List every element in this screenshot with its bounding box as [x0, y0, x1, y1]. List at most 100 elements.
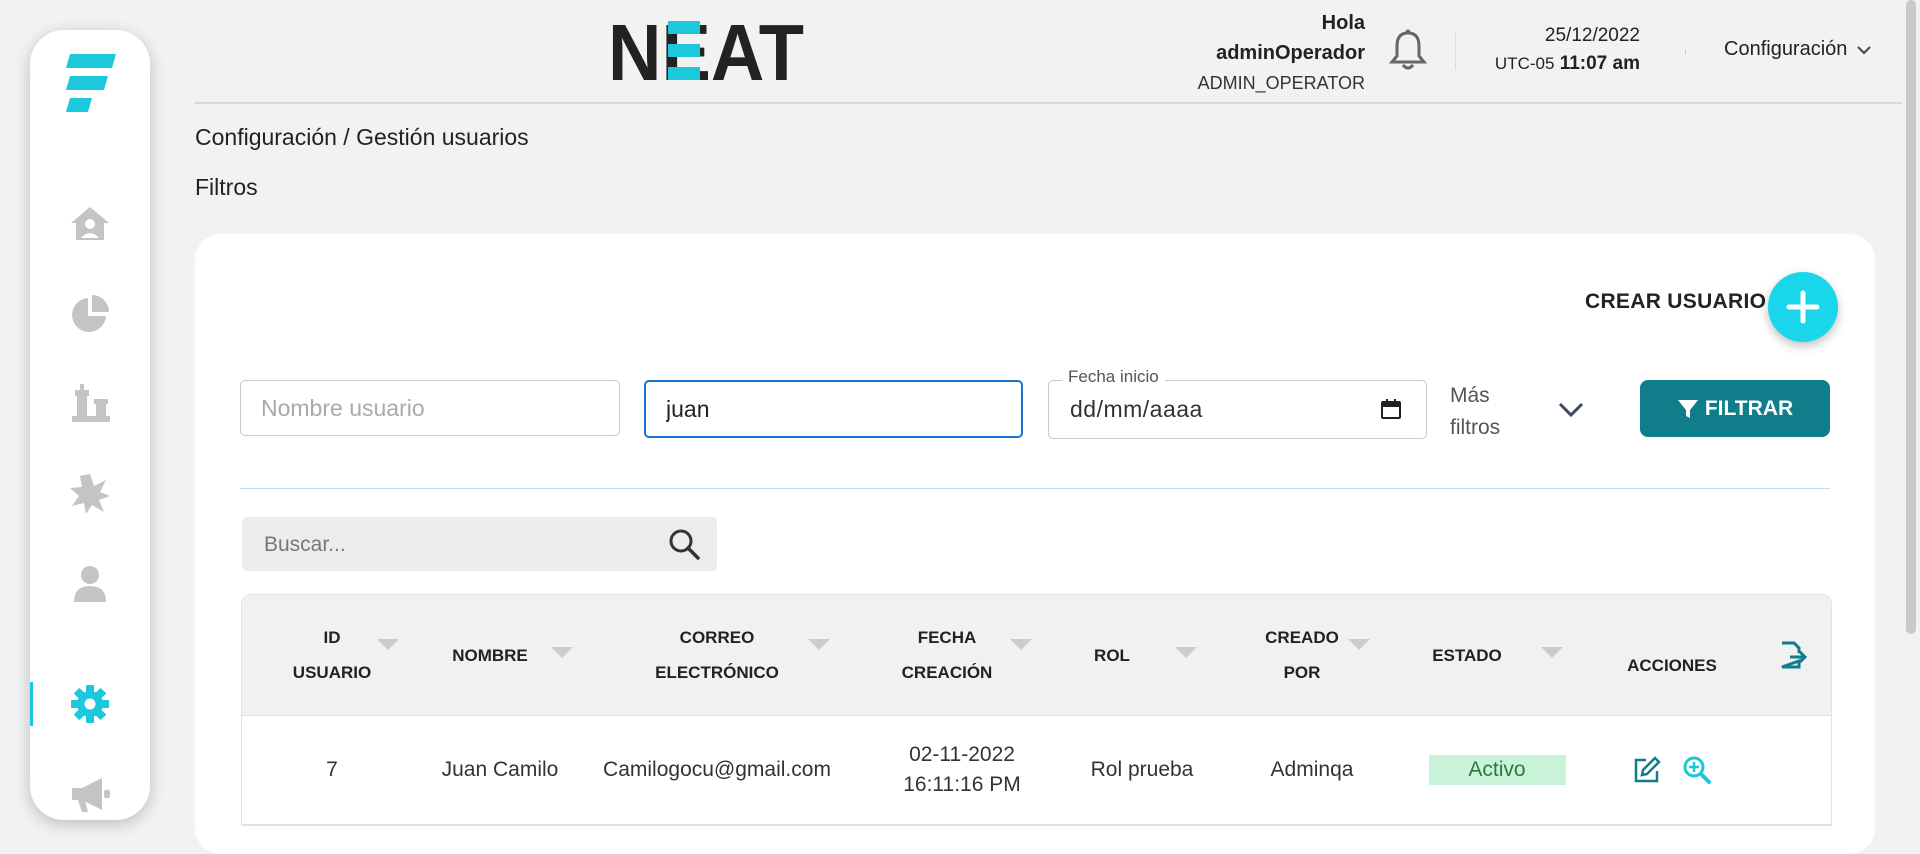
col-header-date-line2: CREACIÓN	[901, 663, 993, 682]
username-text: adminOperador	[1216, 42, 1365, 64]
header-separator	[195, 102, 1905, 104]
col-header-date[interactable]: FECHA CREACIÓN	[872, 595, 1022, 715]
cell-id: 7	[326, 758, 338, 781]
home-user-icon	[71, 207, 109, 240]
col-header-email[interactable]: CORREO ELECTRÓNICO	[617, 595, 817, 715]
col-header-created-line2: POR	[1283, 663, 1321, 682]
bell-icon[interactable]	[1386, 28, 1430, 72]
active-indicator	[30, 682, 33, 726]
user-role-text: ADMIN_OPERATOR	[1197, 73, 1365, 93]
scrollbar[interactable]	[1902, 0, 1920, 834]
breadcrumb: Configuración / Gestión usuarios	[195, 124, 529, 150]
funnel-icon	[1677, 399, 1698, 418]
config-menu-label: Configuración	[1724, 38, 1848, 60]
col-header-id-line1: ID	[323, 628, 341, 647]
users-table: ID USUARIO NOMBRE CORREO ELECTRÓNICO FECHA…	[241, 594, 1832, 826]
cell-status: Activo	[1407, 716, 1587, 824]
sort-icon[interactable]	[551, 647, 573, 658]
sidebar-item-strategy[interactable]	[60, 374, 120, 434]
sidebar-item-settings[interactable]	[60, 674, 120, 734]
more-filters-label-1: Más	[1450, 384, 1490, 407]
sort-icon[interactable]	[1010, 639, 1032, 650]
header-divider	[1455, 32, 1456, 70]
cell-date-day: 02-11-2022	[909, 743, 1015, 766]
col-header-status-line1: ESTADO	[1432, 645, 1502, 665]
sidebar-item-users[interactable]	[60, 554, 120, 614]
header-divider-small	[1685, 50, 1686, 55]
filter-button[interactable]: FILTRAR	[1640, 380, 1830, 437]
sidebar-item-home[interactable]	[60, 194, 120, 254]
sort-icon[interactable]	[1541, 647, 1563, 658]
edit-icon[interactable]	[1632, 755, 1662, 785]
start-date-value[interactable]: dd/mm/aaaa	[1070, 396, 1203, 423]
burst-icon	[70, 474, 110, 514]
greeting-text: Hola	[1321, 12, 1365, 34]
timezone-text: UTC-05	[1494, 54, 1555, 73]
sort-icon[interactable]	[808, 639, 830, 650]
app-logo-icon[interactable]	[64, 50, 118, 120]
col-header-name-line1: NOMBRE	[452, 645, 528, 665]
current-date: 25/12/2022	[1544, 25, 1640, 46]
sort-icon[interactable]	[1175, 647, 1197, 658]
col-header-name[interactable]: NOMBRE	[430, 595, 550, 715]
sidebar-item-incidents[interactable]	[60, 464, 120, 524]
date-time-display: 25/12/2022 UTC-05 11:07 am	[1495, 22, 1640, 78]
user-icon	[74, 566, 106, 602]
cell-actions	[1602, 716, 1742, 824]
status-badge: Activo	[1428, 755, 1566, 785]
cell-created-by: Adminqa	[1270, 758, 1354, 781]
col-header-id-line2: USUARIO	[292, 663, 372, 682]
sidebar	[30, 30, 150, 820]
start-date-label: Fecha inicio	[1062, 367, 1165, 387]
col-header-created-line1: CREADO	[1265, 628, 1339, 647]
cell-name: Juan Camilo	[441, 758, 559, 781]
chevron-down-icon	[1857, 45, 1872, 54]
table-header: ID USUARIO NOMBRE CORREO ELECTRÓNICO FECHA…	[242, 595, 1831, 716]
brand-logo[interactable]: NEAT	[608, 18, 808, 84]
sort-icon[interactable]	[1348, 639, 1370, 650]
sidebar-item-reports[interactable]	[60, 284, 120, 344]
col-header-email-line2: ELECTRÓNICO	[655, 663, 779, 682]
col-header-status[interactable]: ESTADO	[1407, 595, 1527, 715]
cell-email: Camilogocu@gmail.com	[603, 758, 831, 781]
col-header-actions-line1: ACCIONES	[1627, 655, 1717, 675]
table-row[interactable]: 7 Juan Camilo Camilogocu@gmail.com 02-11…	[242, 716, 1831, 825]
cell-date: 02-11-2022 16:11:16 PM	[882, 716, 1042, 824]
plus-icon	[1786, 290, 1820, 324]
brand-text: NEAT	[608, 18, 804, 84]
create-user-button[interactable]	[1768, 272, 1838, 342]
chess-icon	[72, 384, 110, 422]
gear-icon	[71, 685, 109, 723]
megaphone-icon	[72, 778, 110, 812]
filters-title: Filtros	[195, 174, 258, 200]
sidebar-item-campaigns[interactable]	[60, 764, 120, 824]
zoom-in-icon[interactable]	[1682, 755, 1712, 785]
col-header-role[interactable]: ROL	[1062, 595, 1162, 715]
search-placeholder: Buscar...	[264, 533, 346, 556]
col-header-email-line1: CORREO	[679, 628, 755, 647]
sort-icon[interactable]	[377, 639, 399, 650]
current-time-row: UTC-05 11:07 am	[1495, 50, 1640, 78]
col-header-actions: ACCIONES	[1602, 605, 1742, 725]
chevron-down-icon[interactable]	[1556, 394, 1586, 424]
more-filters-label-2: filtros	[1450, 416, 1501, 439]
username-filter-input[interactable]	[240, 380, 620, 436]
cell-date-time: 16:11:16 PM	[903, 773, 1021, 796]
col-header-id[interactable]: ID USUARIO	[284, 595, 380, 715]
scrollbar-thumb[interactable]	[1906, 0, 1916, 634]
filter-button-label: FILTRAR	[1704, 396, 1794, 420]
pie-chart-icon	[72, 295, 109, 332]
more-filters-toggle[interactable]: Más filtros	[1450, 380, 1500, 444]
user-greeting: Hola adminOperador ADMIN_OPERATOR	[1198, 8, 1365, 98]
export-icon[interactable]	[1779, 641, 1807, 669]
current-time: 11:07 am	[1559, 53, 1640, 74]
calendar-icon[interactable]	[1380, 398, 1402, 420]
col-header-date-line1: FECHA	[917, 628, 977, 647]
create-user-label[interactable]: CREAR USUARIO	[1585, 290, 1766, 314]
name-filter-input[interactable]	[644, 380, 1023, 438]
filters-divider	[240, 488, 1830, 489]
config-dropdown[interactable]: Configuración	[1724, 38, 1873, 61]
table-search[interactable]: Buscar...	[242, 517, 717, 571]
search-icon[interactable]	[667, 527, 701, 561]
col-header-created-by[interactable]: CREADO POR	[1237, 595, 1367, 715]
